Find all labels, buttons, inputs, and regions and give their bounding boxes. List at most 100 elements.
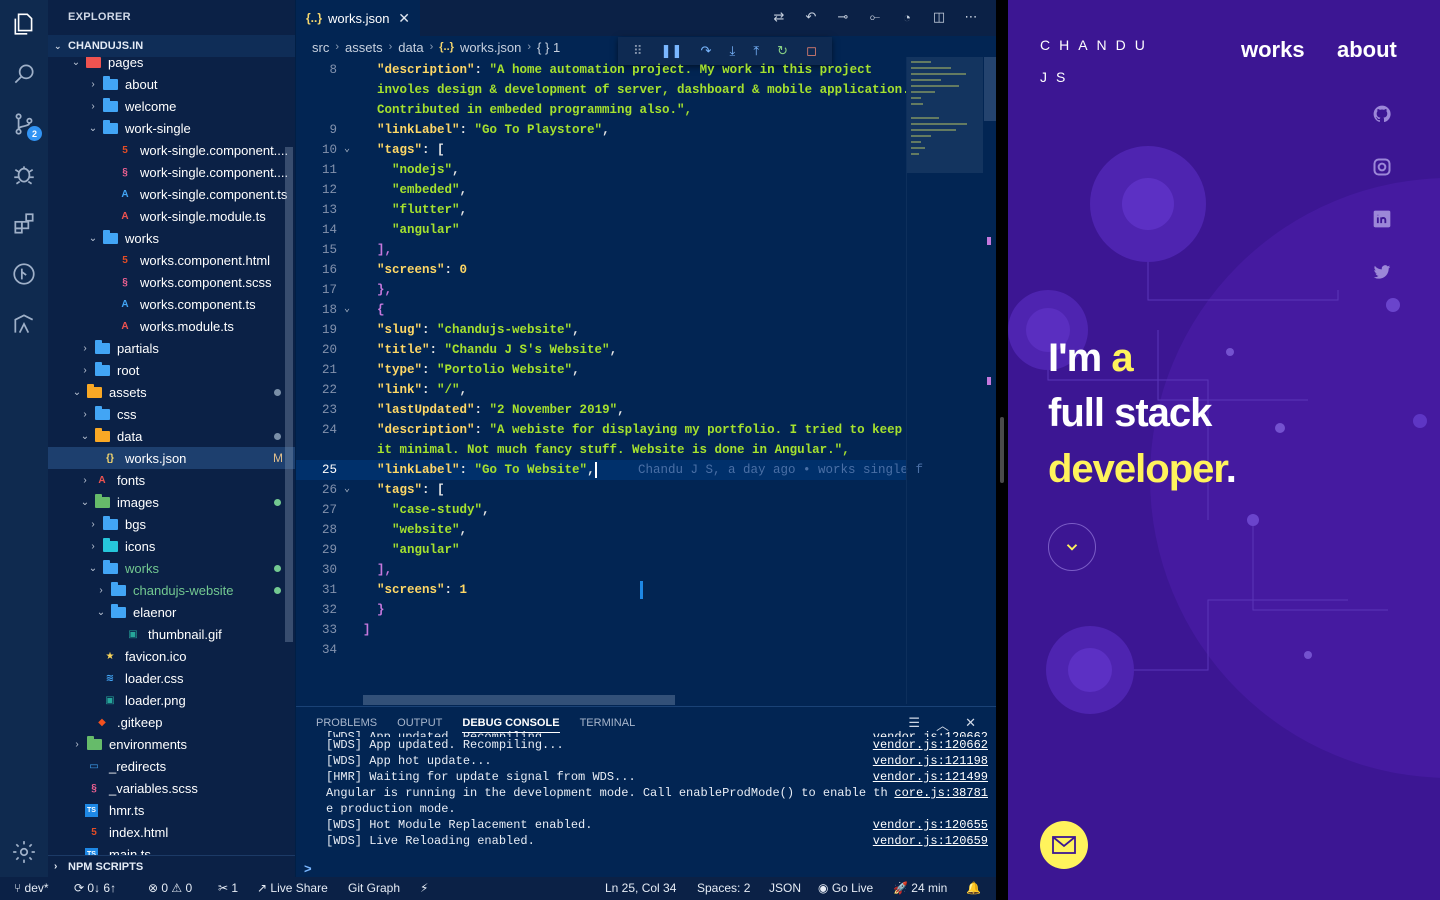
tree-item-environments[interactable]: › environments [48,733,295,755]
code-line[interactable]: Contributed in embeded programming also.… [296,100,906,120]
git-sync[interactable]: ⟳ 0↓ 6↑ [74,881,116,895]
tree-item-welcome[interactable]: › welcome [48,95,295,117]
next-change-icon[interactable]: ⟜ [866,8,884,26]
code-line[interactable]: 29 "angular" [296,540,906,560]
code-line[interactable]: 19 "slug": "chandujs-website", [296,320,906,340]
code-line[interactable]: 34 [296,640,906,660]
stop-icon[interactable]: ◻ [806,43,817,59]
breadcrumb-src[interactable]: src [312,40,329,55]
tree-item-file[interactable]: ◆ .gitkeep [48,711,295,733]
search-icon[interactable] [0,50,48,98]
git-graph[interactable]: Git Graph [348,881,400,895]
live-share[interactable]: ↗ Live Share [257,881,328,895]
vertical-scrollbar[interactable] [982,57,996,704]
scroll-down-button[interactable] [1048,523,1096,571]
nav-about[interactable]: about [1337,37,1397,63]
breadcrumb-symbol[interactable]: { } 1 [537,40,560,55]
instagram-icon[interactable] [1372,157,1392,177]
fold-chevron-icon[interactable]: ⌄ [344,480,350,500]
fold-chevron-icon[interactable]: ⌄ [344,140,350,160]
code-line[interactable]: 26 ⌄ "tags": [ [296,480,906,500]
code-line[interactable]: 8 "description": "A home automation proje… [296,60,906,80]
code-line[interactable]: 11 "nodejs", [296,160,906,180]
tree-item-file[interactable]: ▣ thumbnail.gif [48,623,295,645]
tree-item-icons[interactable]: › icons [48,535,295,557]
restart-icon[interactable]: ↻ [777,43,788,59]
twitter-icon[interactable] [1372,262,1392,282]
code-line[interactable]: 24 "description": "A webiste for displayi… [296,420,906,440]
tree-item-partials[interactable]: › partials [48,337,295,359]
tree-item-file[interactable]: ▣ loader.png [48,689,295,711]
code-line[interactable]: 31 "screens": 1 [296,580,906,600]
npm-scripts-section[interactable]: › NPM SCRIPTS [48,855,295,877]
code-line[interactable]: 30], [296,560,906,580]
code-line[interactable]: it minimal. Not much fancy stuff. Websit… [296,440,906,460]
site-logo[interactable]: CHANDU JS [1040,29,1154,93]
breadcrumb-assets[interactable]: assets [345,40,383,55]
code-line[interactable]: 23 "lastUpdated": "2 November 2019", [296,400,906,420]
code-line[interactable]: 16 "screens": 0 [296,260,906,280]
nav-works[interactable]: works [1241,37,1305,63]
code-line[interactable]: 32} [296,600,906,620]
tree-item-chandujs-website[interactable]: › chandujs-website [48,579,295,601]
tree-item-works-images[interactable]: ⌄ works [48,557,295,579]
code-line[interactable]: 9 "linkLabel": "Go To Playstore", [296,120,906,140]
tree-item-images[interactable]: ⌄ images [48,491,295,513]
code-line[interactable]: 22 "link": "/", [296,380,906,400]
code-line[interactable]: 15], [296,240,906,260]
code-line[interactable]: 17}, [296,280,906,300]
tree-item-file[interactable]: § works.component.scss [48,271,295,293]
tree-item-file[interactable]: 5 work-single.component.... [48,139,295,161]
code-line[interactable]: 12 "embeded", [296,180,906,200]
git-branch[interactable]: ⑂ dev* [14,881,49,895]
tab-works-json[interactable]: {..} works.json ✕ [296,0,420,36]
tree-item-file[interactable]: 5 index.html [48,821,295,843]
workspace-section-header[interactable]: ⌄ CHANDUJS.IN [48,35,295,57]
console-source-link[interactable]: vendor.js:121499 [873,769,988,785]
code-line[interactable]: 25 "linkLabel": "Go To Website", Chandu J … [296,460,923,480]
session-timer[interactable]: 🚀 24 min [893,881,947,895]
mail-button[interactable] [1040,821,1088,869]
minimap[interactable] [906,57,983,704]
tree-item-file[interactable]: Aworks.component.ts [48,293,295,315]
code-editor[interactable]: 8 "description": "A home automation proje… [296,60,923,700]
tree-item-about[interactable]: › about [48,73,295,95]
tree-item-file[interactable]: Awork-single.component.ts [48,183,295,205]
source-control-icon[interactable]: 2 [0,100,48,148]
tree-item-work-single[interactable]: ⌄ work-single [48,117,295,139]
console-source-link[interactable]: vendor.js:120659 [873,833,988,849]
code-line[interactable]: 33] [296,620,906,640]
tree-item-file[interactable]: § work-single.component.... [48,161,295,183]
tree-item-css[interactable]: › css [48,403,295,425]
code-line[interactable]: 20 "title": "Chandu J S's Website", [296,340,906,360]
lightning-icon[interactable]: ⚡ [420,881,428,895]
code-line[interactable]: involes design & development of server, … [296,80,910,100]
tree-item-root[interactable]: › root [48,359,295,381]
console-source-link[interactable]: vendor.js:120662 [873,729,988,737]
indentation[interactable]: Spaces: 2 [697,881,750,895]
tree-item-file[interactable]: ▭ _redirects [48,755,295,777]
code-line[interactable]: 13 "flutter", [296,200,906,220]
tree-item-works[interactable]: ⌄ works [48,227,295,249]
language-mode[interactable]: JSON [769,881,801,895]
tree-item-bgs[interactable]: › bgs [48,513,295,535]
tree-item-file[interactable]: ≋ loader.css [48,667,295,689]
cursor-position[interactable]: Ln 25, Col 34 [605,881,676,895]
split-editor-icon[interactable]: ◫ [930,8,948,26]
info-count[interactable]: ✂ 1 [218,881,238,895]
tree-item-file[interactable]: Aworks.module.ts [48,315,295,337]
linkedin-icon[interactable] [1372,209,1392,229]
previous-change-icon[interactable]: ⊸ [834,8,852,26]
code-line[interactable]: 27 "case-study", [296,500,906,520]
explorer-icon[interactable] [0,0,48,48]
step-out-icon[interactable]: ⤒ [753,43,759,59]
blame-icon[interactable]: ◔ [898,8,916,26]
open-changes-icon[interactable]: ⇄ [770,8,788,26]
code-line[interactable]: 10 ⌄ "tags": [ [296,140,906,160]
github-icon[interactable] [1372,104,1392,124]
remote-explorer-icon[interactable] [0,300,48,348]
tree-item-file[interactable]: Awork-single.module.ts [48,205,295,227]
go-live[interactable]: ◉ Go Live [818,881,873,895]
fold-chevron-icon[interactable]: ⌄ [344,300,350,320]
step-into-icon[interactable]: ⤓ [730,43,736,59]
